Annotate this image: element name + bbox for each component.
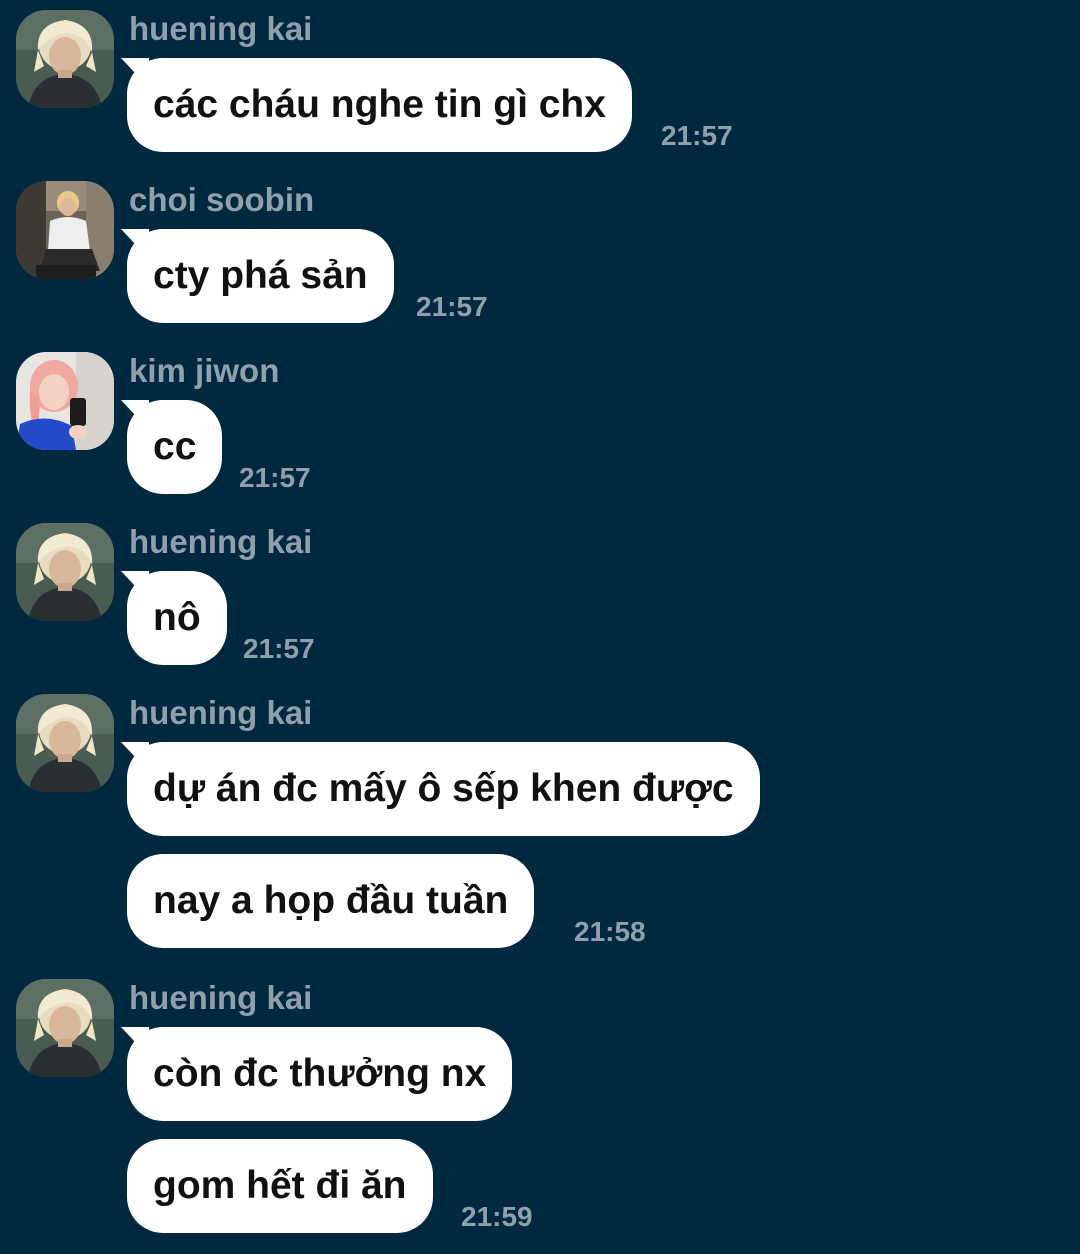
avatar[interactable] [16, 523, 114, 621]
avatar-huening-kai [16, 10, 114, 108]
message-bubble[interactable]: cc [127, 400, 223, 494]
avatar-huening-kai [16, 979, 114, 1077]
avatar[interactable] [16, 979, 114, 1077]
message-bubble[interactable]: cty phá sản [127, 229, 394, 323]
sender-name: huening kai [129, 523, 313, 560]
message-time: 21:58 [574, 916, 646, 947]
sender-name: huening kai [129, 694, 313, 731]
message-bubble[interactable]: dự án đc mấy ô sếp khen được [127, 742, 760, 836]
sender-name: choi soobin [129, 181, 315, 218]
avatar-huening-kai [16, 523, 114, 621]
message-time: 21:57 [661, 120, 733, 151]
avatar[interactable] [16, 10, 114, 108]
message-bubble[interactable]: gom hết đi ăn [127, 1139, 433, 1233]
message-bubble[interactable]: nô [127, 571, 227, 665]
avatar-huening-kai [16, 694, 114, 792]
message-time: 21:59 [461, 1201, 533, 1232]
avatar-kim-jiwon [16, 352, 114, 450]
avatar[interactable] [16, 694, 114, 792]
chat-log: huening kai các cháu nghe tin gì chx 21:… [0, 0, 1080, 1254]
message-time: 21:57 [416, 291, 488, 322]
sender-name: huening kai [129, 979, 313, 1016]
sender-name: kim jiwon [129, 352, 280, 389]
message-bubble[interactable]: còn đc thưởng nx [127, 1027, 513, 1121]
message-time: 21:57 [243, 633, 315, 664]
sender-name: huening kai [129, 10, 313, 47]
message-bubble[interactable]: các cháu nghe tin gì chx [127, 58, 632, 152]
avatar[interactable] [16, 352, 114, 450]
avatar[interactable] [16, 181, 114, 279]
message-bubble[interactable]: nay a họp đầu tuần [127, 854, 535, 948]
avatar-choi-soobin [16, 181, 114, 279]
message-time: 21:57 [239, 462, 311, 493]
